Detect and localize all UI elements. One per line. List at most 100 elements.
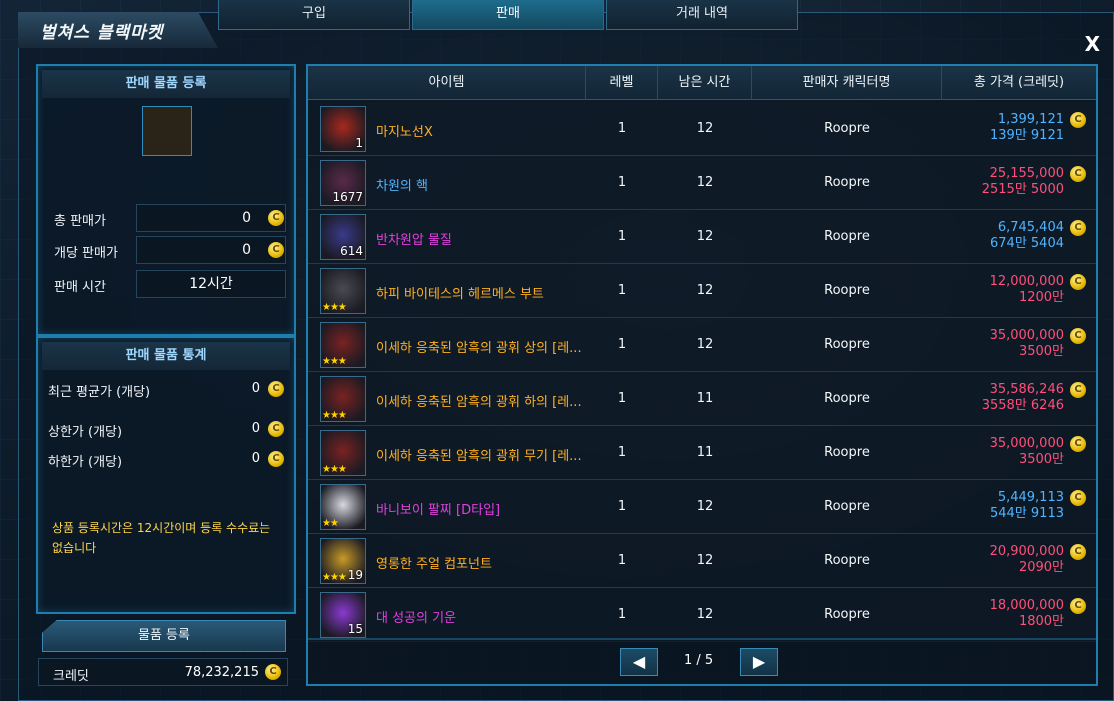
seller-name: Roopre — [824, 607, 870, 622]
header-seller[interactable]: 판매자 캐릭터명 — [752, 66, 942, 100]
price-korean: 674만 5404 — [990, 236, 1064, 251]
star-rating: ★★★ — [322, 464, 347, 475]
price-numeric: 35,586,246 — [989, 382, 1064, 397]
price-korean: 2090만 — [1018, 560, 1064, 575]
remaining-time: 12 — [696, 499, 714, 514]
stats-panel-heading: 판매 물품 통계 — [42, 342, 290, 370]
tab-history[interactable]: 거래 내역 — [606, 0, 798, 30]
next-page-button[interactable]: ▶ — [740, 648, 778, 676]
table-row[interactable]: 15 대 성공의 기운 1 12 Roopre 18,000,000 1800만 C — [308, 588, 1096, 642]
item-icon: 614 — [320, 214, 366, 260]
item-icon: 15 — [320, 592, 366, 638]
pager: ◀ 1 / 5 ▶ — [306, 640, 1098, 686]
item-icon: 1 — [320, 106, 366, 152]
item-icon: ★★★ — [320, 322, 366, 368]
price-numeric: 18,000,000 — [989, 598, 1064, 613]
total-price: 6,745,404 674만 5404 — [990, 220, 1064, 252]
remaining-time: 12 — [696, 121, 714, 136]
item-level: 1 — [617, 499, 627, 514]
seller-name: Roopre — [824, 391, 870, 406]
item-slot[interactable] — [142, 106, 192, 156]
header-price[interactable]: 총 가격 (크레딧) — [942, 66, 1096, 100]
price-korean: 139만 9121 — [990, 128, 1064, 143]
table-row[interactable]: 614 반차원압 물질 1 12 Roopre 6,745,404 674만 5404 C — [308, 210, 1096, 264]
seller-name: Roopre — [824, 499, 870, 514]
credit-coin-icon: C — [1070, 220, 1086, 236]
credit-coin-icon: C — [1070, 328, 1086, 344]
table-row[interactable]: 1677 차원의 핵 1 12 Roopre 25,155,000 2515만 5000 C — [308, 156, 1096, 210]
tab-sell[interactable]: 판매 — [412, 0, 604, 30]
seller-name: Roopre — [824, 229, 870, 244]
table-row[interactable]: 1 마지노선X 1 12 Roopre 1,399,121 139만 9121 C — [308, 102, 1096, 156]
page-indicator: 1 / 5 — [684, 653, 714, 668]
sale-time-select[interactable]: 12시간 — [136, 270, 286, 298]
remaining-time: 12 — [696, 337, 714, 352]
item-name: 마지노선X — [376, 125, 433, 140]
star-rating: ★★★ — [322, 572, 347, 583]
max-price-value: 0 — [251, 421, 260, 436]
table-row[interactable]: ★★ 바니보이 팔찌 [D타입] 1 12 Roopre 5,449,113 544만 91… — [308, 480, 1096, 534]
remaining-time: 12 — [696, 607, 714, 622]
price-korean: 3558만 6246 — [981, 398, 1064, 413]
credit-coin-icon: C — [1070, 112, 1086, 128]
table-row[interactable]: ★★★ 19 영롱한 주얼 컴포넌트 1 12 Roopre 20,900,000 2090만… — [308, 534, 1096, 588]
total-price: 35,000,000 3500만 — [990, 328, 1064, 360]
table-row[interactable]: ★★★ 하피 바이테스의 헤르메스 부트 1 12 Roopre 12,000,000 12… — [308, 264, 1096, 318]
header-item[interactable]: 아이템 — [308, 66, 586, 100]
min-price-row: 하한가 (개당) 0 C — [48, 448, 284, 470]
header-level[interactable]: 레벨 — [586, 66, 658, 100]
recent-avg-label: 최근 평균가 (개당) — [48, 385, 151, 400]
seller-name: Roopre — [824, 553, 870, 568]
seller-name: Roopre — [824, 283, 870, 298]
item-name: 이세하 응축된 암흑의 광휘 무기 [레... — [376, 449, 581, 464]
total-price: 35,586,246 3558만 6246 — [982, 382, 1064, 414]
seller-name: Roopre — [824, 445, 870, 460]
item-quantity: 1677 — [332, 190, 363, 204]
price-numeric: 5,449,113 — [997, 490, 1064, 505]
remaining-time: 12 — [696, 553, 714, 568]
listing-table: 아이템 레벨 남은 시간 판매자 캐릭터명 총 가격 (크레딧) 1 마지노선X 1… — [306, 64, 1098, 642]
total-price-field[interactable]: 0 — [136, 204, 286, 232]
min-price-value: 0 — [251, 451, 260, 466]
item-quantity: 19 — [347, 568, 363, 582]
table-row[interactable]: ★★★ 이세하 응축된 암흑의 광휘 상의 [레... 1 12 Roopre 35,00… — [308, 318, 1096, 372]
credit-coin-icon: C — [1070, 166, 1086, 182]
total-price: 1,399,121 139만 9121 — [990, 112, 1064, 144]
window-title: 벌쳐스 블랙마켓 — [40, 23, 164, 43]
register-panel-heading: 판매 물품 등록 — [42, 70, 290, 98]
price-numeric: 1,399,121 — [997, 112, 1064, 127]
tab-buy[interactable]: 구입 — [218, 0, 410, 30]
price-korean: 3500만 — [1018, 452, 1064, 467]
item-level: 1 — [617, 607, 627, 622]
unit-price-field[interactable]: 0 — [136, 236, 286, 264]
item-name: 하피 바이테스의 헤르메스 부트 — [376, 287, 544, 302]
prev-page-button[interactable]: ◀ — [620, 648, 658, 676]
sale-time-row: 판매 시간 12시간 — [54, 270, 290, 298]
remaining-time: 12 — [696, 283, 714, 298]
table-row[interactable]: ★★★ 이세하 응축된 암흑의 광휘 무기 [레... 1 11 Roopre 35,00… — [308, 426, 1096, 480]
table-header: 아이템 레벨 남은 시간 판매자 캐릭터명 총 가격 (크레딧) — [308, 66, 1096, 100]
register-item-button[interactable]: 물품 등록 — [42, 620, 286, 652]
credit-coin-icon: C — [268, 451, 284, 467]
total-price: 5,449,113 544만 9113 — [990, 490, 1064, 522]
credit-coin-icon: C — [1070, 436, 1086, 452]
item-quantity: 1 — [355, 136, 363, 150]
price-numeric: 12,000,000 — [989, 274, 1064, 289]
seller-name: Roopre — [824, 175, 870, 190]
item-name: 반차원압 물질 — [376, 233, 452, 248]
close-button[interactable]: X — [1085, 32, 1100, 56]
item-icon: 1677 — [320, 160, 366, 206]
header-time[interactable]: 남은 시간 — [658, 66, 752, 100]
table-row[interactable]: ★★★ 이세하 응축된 암흑의 광휘 하의 [레... 1 11 Roopre 35,58… — [308, 372, 1096, 426]
sale-time-label: 판매 시간 — [54, 280, 106, 295]
credit-coin-icon: C — [1070, 490, 1086, 506]
item-level: 1 — [617, 283, 627, 298]
max-price-row: 상한가 (개당) 0 C — [48, 418, 284, 440]
recent-avg-value: 0 — [251, 381, 260, 396]
item-name: 이세하 응축된 암흑의 광휘 상의 [레... — [376, 341, 581, 356]
price-korean: 1800만 — [1018, 614, 1064, 629]
total-price: 20,900,000 2090만 — [990, 544, 1064, 576]
remaining-time: 11 — [696, 445, 714, 460]
price-numeric: 35,000,000 — [989, 436, 1064, 451]
item-level: 1 — [617, 391, 627, 406]
